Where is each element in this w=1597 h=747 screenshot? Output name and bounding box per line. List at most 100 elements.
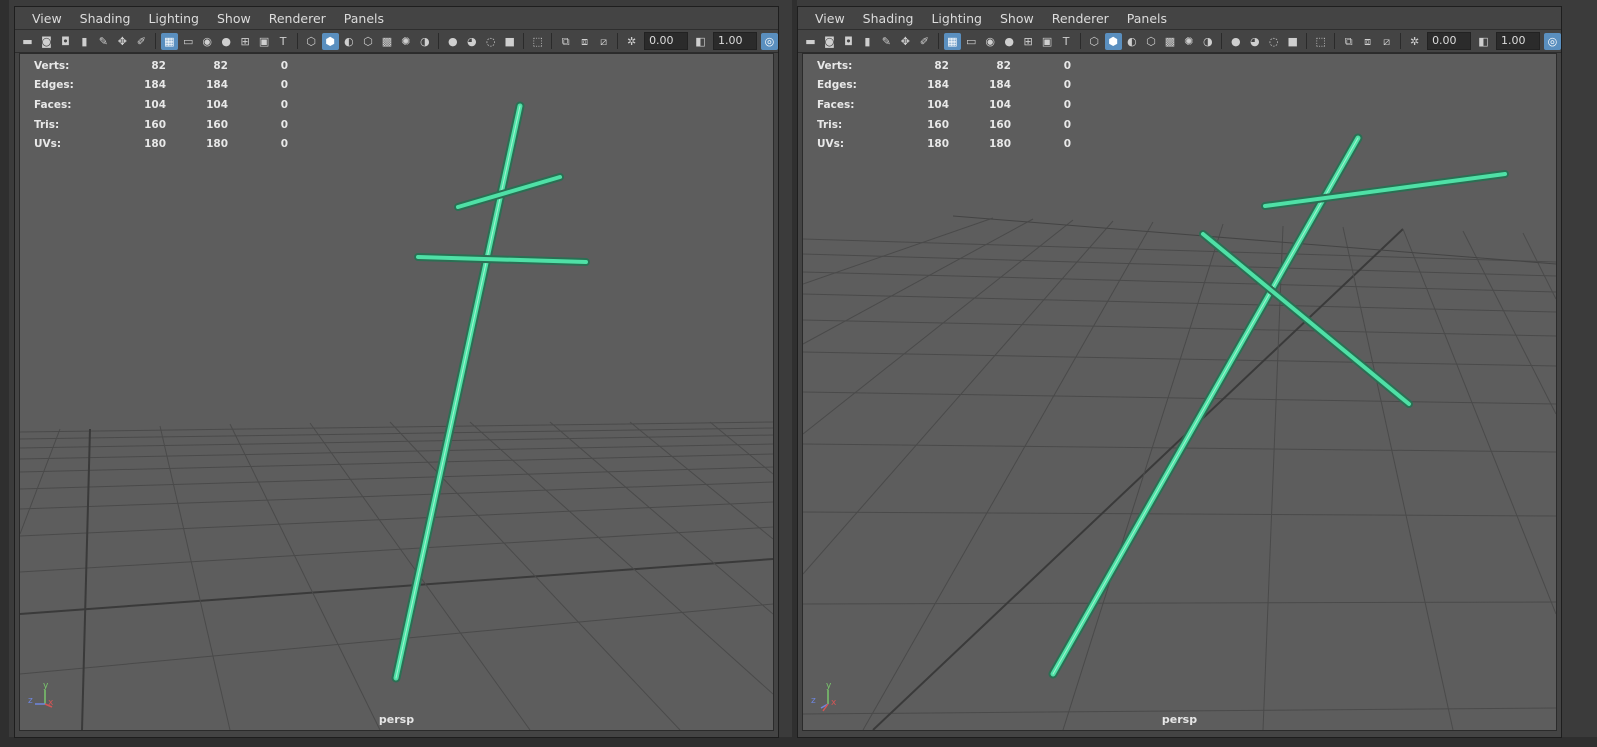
grease-pencil-icon[interactable]: ✐ [133, 33, 150, 50]
axis-y-label: y [826, 681, 832, 691]
gamma-field[interactable]: 1.00 [712, 32, 757, 50]
bookmark-icon[interactable]: ▮ [76, 33, 93, 50]
menu-renderer[interactable]: Renderer [1043, 11, 1118, 26]
ground-grid [803, 215, 1556, 730]
select-camera-icon[interactable]: ▬ [19, 33, 36, 50]
move-camera-icon[interactable]: ✥ [897, 33, 914, 50]
resolution-gate-icon[interactable]: ◉ [982, 33, 999, 50]
motion-blur-icon[interactable]: ● [1227, 33, 1244, 50]
grid-icon[interactable]: ▦ [943, 32, 961, 50]
hud-value: 82 [934, 59, 949, 72]
safe-title-icon[interactable]: T [1058, 33, 1075, 50]
exposure-field[interactable]: 0.00 [1427, 32, 1471, 50]
smooth-shade-icon[interactable]: ⬢ [321, 32, 339, 50]
anti-alias-icon[interactable]: ◕ [463, 33, 480, 50]
menu-shading[interactable]: Shading [71, 11, 140, 26]
exposure-icon[interactable]: ✲ [623, 33, 640, 50]
move-camera-icon[interactable]: ✥ [114, 33, 131, 50]
color-management-icon[interactable]: ◎ [760, 32, 778, 50]
backface-icon[interactable]: ⧈ [576, 33, 593, 50]
safe-action-icon[interactable]: ▣ [1039, 33, 1056, 50]
xray-joints-icon[interactable]: ⧉ [557, 33, 574, 50]
motion-blur-icon[interactable]: ● [444, 33, 461, 50]
poly-count-hud: Verts: 82 82 0 Edges: 184 184 0 Faces: 104 104 0 … [34, 56, 288, 154]
pencil-icon[interactable]: ✎ [878, 33, 895, 50]
menu-view[interactable]: View [806, 11, 854, 26]
menu-renderer[interactable]: Renderer [260, 11, 335, 26]
ambient-occlusion-icon[interactable]: ◑ [416, 33, 433, 50]
menu-lighting[interactable]: Lighting [139, 11, 208, 26]
field-chart-icon[interactable]: ⊞ [1020, 33, 1037, 50]
hud-value: 0 [280, 59, 288, 72]
hud-value: 0 [280, 79, 288, 92]
menu-panels[interactable]: Panels [1118, 11, 1176, 26]
selected-mesh[interactable] [391, 101, 590, 683]
toolbar-separator [937, 33, 939, 49]
default-material-icon[interactable]: ◐ [1124, 33, 1141, 50]
hud-label: Faces: [34, 98, 72, 111]
xray-icon[interactable]: ⬚ [1312, 33, 1329, 50]
gamma-icon[interactable]: ◧ [692, 33, 709, 50]
depth-of-field-icon[interactable]: ◌ [482, 33, 499, 50]
menu-lighting[interactable]: Lighting [922, 11, 991, 26]
default-material-icon[interactable]: ◐ [341, 33, 358, 50]
bookmark-icon[interactable]: ▮ [859, 33, 876, 50]
shadows-icon[interactable]: ✺ [1180, 33, 1197, 50]
textured-icon[interactable]: ⬡ [1142, 33, 1159, 50]
toolbar-separator [296, 33, 298, 49]
menu-view[interactable]: View [23, 11, 71, 26]
xray-icon[interactable]: ⬚ [529, 33, 546, 50]
color-select-icon[interactable]: ⧄ [595, 33, 612, 50]
camera-icon[interactable]: ◘ [840, 33, 857, 50]
hud-row: Verts: 82 82 0 [34, 56, 288, 76]
select-camera-icon[interactable]: ▬ [802, 33, 819, 50]
grid-icon[interactable]: ▦ [160, 32, 178, 50]
isolate-select-icon[interactable]: ■ [501, 33, 518, 50]
gate-mask-icon[interactable]: ● [218, 33, 235, 50]
safe-action-icon[interactable]: ▣ [256, 33, 273, 50]
backface-icon[interactable]: ⧈ [1359, 33, 1376, 50]
color-management-icon[interactable]: ◎ [1543, 32, 1561, 50]
viewport-3d[interactable]: Verts: 82 82 0 Edges: 184 184 0 Faces: 104 104 0 … [19, 53, 774, 731]
shadows-icon[interactable]: ✺ [397, 33, 414, 50]
viewport-3d[interactable]: Verts: 82 82 0 Edges: 184 184 0 Faces: 104 104 0 … [802, 53, 1557, 731]
resolution-gate-icon[interactable]: ◉ [199, 33, 216, 50]
color-select-icon[interactable]: ⧄ [1378, 33, 1395, 50]
film-gate-icon[interactable]: ▭ [180, 33, 197, 50]
ambient-occlusion-icon[interactable]: ◑ [1199, 33, 1216, 50]
wireframe-icon[interactable]: ⬡ [1086, 33, 1103, 50]
field-chart-icon[interactable]: ⊞ [237, 33, 254, 50]
camera-attributes-icon[interactable]: ◙ [38, 33, 55, 50]
pencil-icon[interactable]: ✎ [95, 33, 112, 50]
wireframe-icon[interactable]: ⬡ [303, 33, 320, 50]
exposure-icon[interactable]: ✲ [1406, 33, 1423, 50]
depth-of-field-icon[interactable]: ◌ [1265, 33, 1282, 50]
textured-icon[interactable]: ⬡ [359, 33, 376, 50]
camera-icon[interactable]: ◘ [57, 33, 74, 50]
gate-mask-icon[interactable]: ● [1001, 33, 1018, 50]
gamma-icon[interactable]: ◧ [1475, 33, 1492, 50]
toolbar-separator [523, 33, 525, 49]
camera-attributes-icon[interactable]: ◙ [821, 33, 838, 50]
gamma-field[interactable]: 1.00 [1495, 32, 1540, 50]
view-axis-icon: y z x [26, 681, 56, 714]
anti-alias-icon[interactable]: ◕ [1246, 33, 1263, 50]
smooth-shade-icon[interactable]: ⬢ [1104, 32, 1122, 50]
selected-mesh[interactable] [1048, 133, 1509, 679]
lights-icon[interactable]: ▩ [1161, 33, 1178, 50]
menu-show[interactable]: Show [208, 11, 260, 26]
isolate-select-icon[interactable]: ■ [1284, 33, 1301, 50]
menu-panels[interactable]: Panels [335, 11, 393, 26]
safe-title-icon[interactable]: T [275, 33, 292, 50]
hud-value: 160 [927, 118, 949, 131]
hud-row: Faces: 104 104 0 [34, 95, 288, 115]
film-gate-icon[interactable]: ▭ [963, 33, 980, 50]
menu-show[interactable]: Show [991, 11, 1043, 26]
xray-joints-icon[interactable]: ⧉ [1340, 33, 1357, 50]
exposure-field[interactable]: 0.00 [644, 32, 688, 50]
left-edge-strip [0, 0, 9, 747]
lights-icon[interactable]: ▩ [378, 33, 395, 50]
grease-pencil-icon[interactable]: ✐ [916, 33, 933, 50]
hud-value: 104 [927, 98, 949, 111]
menu-shading[interactable]: Shading [854, 11, 923, 26]
